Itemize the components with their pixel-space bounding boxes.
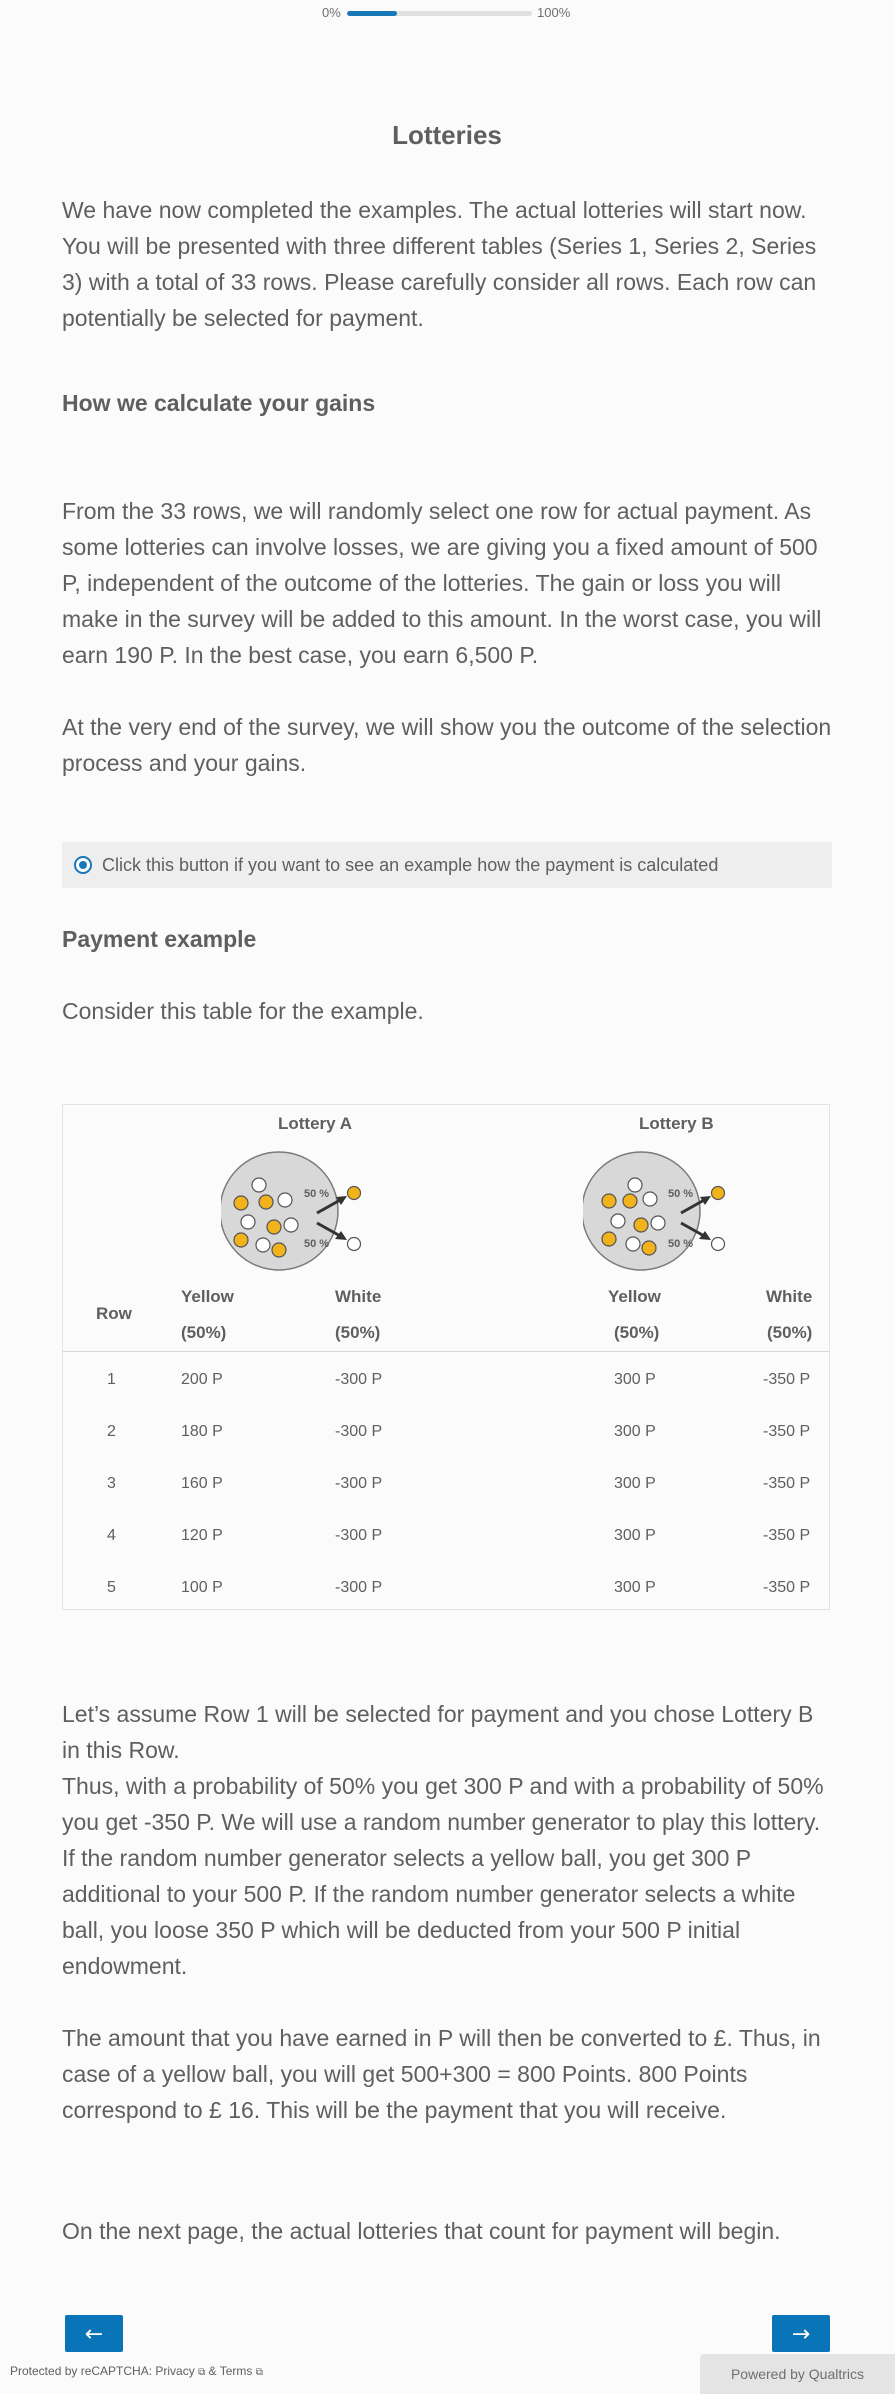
b-yellow-cell: 300 P xyxy=(614,1371,656,1388)
page-title: Lotteries xyxy=(392,120,502,150)
b-white-cell: -350 P xyxy=(763,1527,811,1544)
row-number-cell: 1 xyxy=(107,1371,116,1388)
progress-fill xyxy=(347,11,397,16)
row-number-cell: 3 xyxy=(107,1475,116,1492)
b-white-cell: -350 P xyxy=(763,1475,811,1492)
lottery-table: Lottery A Lottery B 50 % 50 % 50 % 50 % … xyxy=(62,1104,830,1610)
next-button[interactable]: → xyxy=(772,2315,830,2352)
a-yellow-cell: 120 P xyxy=(181,1527,223,1544)
a-yellow-cell: 200 P xyxy=(181,1371,223,1388)
a-white-header: White xyxy=(335,1287,382,1306)
lottery-b-pct-top: 50 % xyxy=(668,1188,693,1200)
powered-by-qualtrics[interactable]: Powered by Qualtrics xyxy=(700,2354,895,2394)
progress-track xyxy=(347,11,532,16)
lottery-a-pct-bottom: 50 % xyxy=(304,1238,329,1250)
example-intro-text: Consider this table for the example. xyxy=(62,998,424,1024)
recaptcha-notice: Protected by reCAPTCHA: Privacy ⧉ & Term… xyxy=(10,2364,263,2378)
lottery-a-title: Lottery A xyxy=(278,1114,352,1133)
a-yellow-header: Yellow xyxy=(181,1287,234,1306)
explain-text-3: The amount that you have earned in P wil… xyxy=(62,2025,821,2123)
b-yellow-cell: 300 P xyxy=(614,1527,656,1544)
external-link-icon: ⧉ xyxy=(255,2367,263,2378)
progress-start-label: 0% xyxy=(322,5,341,20)
lottery-a-urn-icon: 50 % 50 % xyxy=(221,1151,362,1271)
a-white-cell: -300 P xyxy=(335,1423,383,1440)
b-white-cell: -350 P xyxy=(763,1579,811,1596)
row-number-cell: 4 xyxy=(107,1527,116,1544)
a-white-cell: -300 P xyxy=(335,1579,383,1596)
lottery-b-pct-bottom: 50 % xyxy=(668,1238,693,1250)
b-white-cell: -350 P xyxy=(763,1371,811,1388)
payment-example-toggle[interactable]: Click this button if you want to see an … xyxy=(62,842,832,888)
back-button[interactable]: ← xyxy=(65,2315,123,2352)
terms-link[interactable]: Terms xyxy=(220,2364,253,2378)
a-yellow-cell: 160 P xyxy=(181,1475,223,1492)
b-yellow-cell: 300 P xyxy=(614,1579,656,1596)
explain-text-1: Let’s assume Row 1 will be selected for … xyxy=(62,1701,814,1763)
a-yellow-cell: 100 P xyxy=(181,1579,223,1596)
intro-text: We have now completed the examples. The … xyxy=(62,197,817,331)
gains-text-1: From the 33 rows, we will randomly selec… xyxy=(62,498,822,668)
lottery-b-title: Lottery B xyxy=(639,1114,714,1133)
toggle-label: Click this button if you want to see an … xyxy=(102,854,719,875)
gains-heading: How we calculate your gains xyxy=(62,390,376,416)
recaptcha-and: & xyxy=(205,2364,220,2378)
b-white-cell: -350 P xyxy=(763,1423,811,1440)
a-white-cell: -300 P xyxy=(335,1527,383,1544)
row-number-cell: 5 xyxy=(107,1579,116,1596)
b-yellow-header: Yellow xyxy=(608,1287,661,1306)
a-yellow-pct: (50%) xyxy=(181,1323,227,1342)
gains-text-2: At the very end of the survey, we will s… xyxy=(62,714,832,776)
a-yellow-cell: 180 P xyxy=(181,1423,223,1440)
b-white-header: White xyxy=(766,1287,813,1306)
b-yellow-cell: 300 P xyxy=(614,1475,656,1492)
lottery-b-urn-icon: 50 % 50 % xyxy=(583,1151,726,1271)
radio-selected-icon[interactable] xyxy=(74,856,92,874)
row-number-cell: 2 xyxy=(107,1423,116,1440)
b-yellow-pct: (50%) xyxy=(614,1323,660,1342)
row-header: Row xyxy=(96,1304,132,1323)
explain-text-2: Thus, with a probability of 50% you get … xyxy=(62,1773,824,1979)
next-page-note: On the next page, the actual lotteries t… xyxy=(62,2218,781,2244)
b-yellow-cell: 300 P xyxy=(614,1423,656,1440)
a-white-cell: -300 P xyxy=(335,1371,383,1388)
a-white-pct: (50%) xyxy=(335,1323,381,1342)
header-divider xyxy=(63,1351,829,1352)
recaptcha-prefix: Protected by reCAPTCHA: xyxy=(10,2364,156,2378)
b-white-pct: (50%) xyxy=(767,1323,813,1342)
a-white-cell: -300 P xyxy=(335,1475,383,1492)
privacy-link[interactable]: Privacy xyxy=(155,2364,194,2378)
progress-bar: 0% 100% xyxy=(0,5,895,21)
progress-end-label: 100% xyxy=(537,5,571,20)
payment-example-heading: Payment example xyxy=(62,926,257,952)
lottery-a-pct-top: 50 % xyxy=(304,1188,329,1200)
